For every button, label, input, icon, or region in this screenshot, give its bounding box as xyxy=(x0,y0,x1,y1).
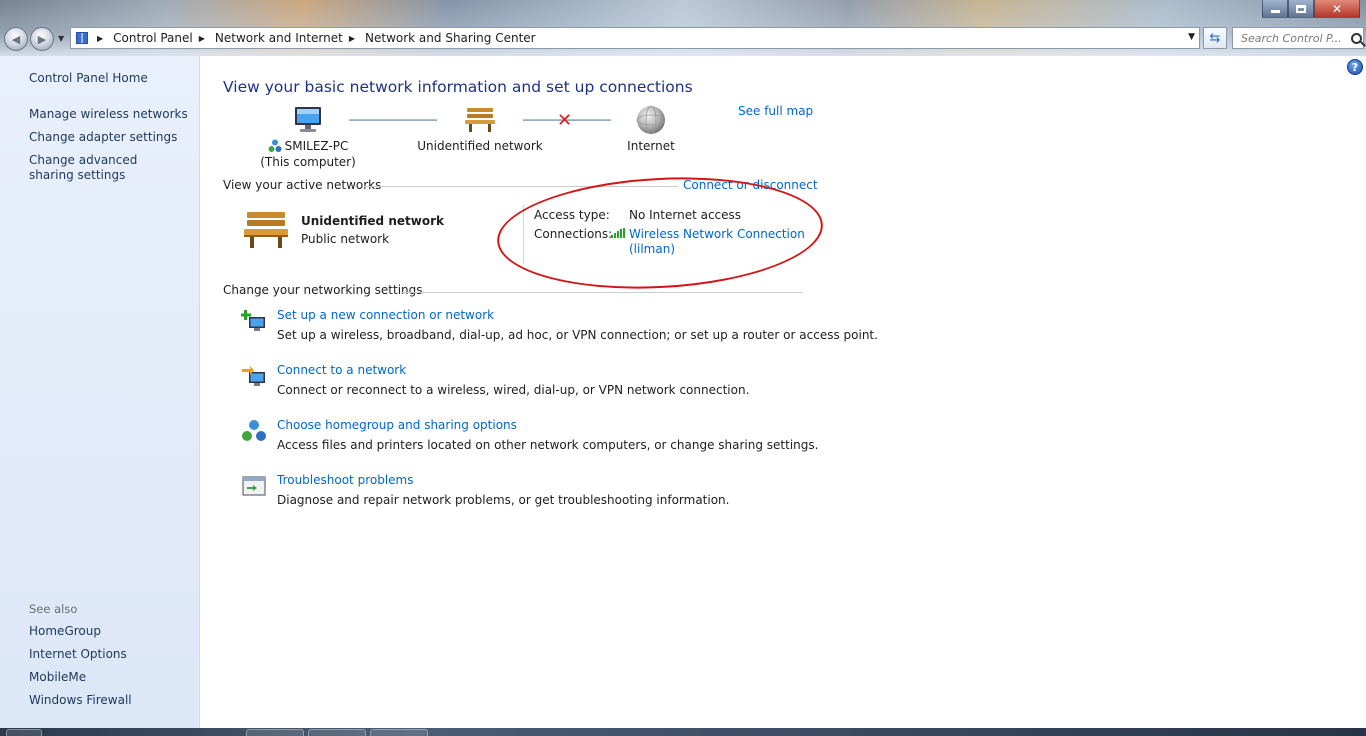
see-full-map-link[interactable]: See full map xyxy=(738,104,813,118)
breadcrumb-chevron-icon[interactable]: ▶ xyxy=(343,34,365,43)
homegroup-icon xyxy=(242,420,266,441)
connect-to-network-link[interactable]: Connect to a network xyxy=(277,363,406,377)
back-button[interactable]: ◀ xyxy=(4,27,28,51)
homegroup-sharing-desc: Access files and printers located on oth… xyxy=(277,438,819,452)
forward-arrow-icon: ▶ xyxy=(37,32,47,46)
refresh-icon: ⇆ xyxy=(1209,30,1221,46)
sidebar-control-panel-home[interactable]: Control Panel Home xyxy=(29,71,148,86)
connect-or-disconnect-link[interactable]: Connect or disconnect xyxy=(683,178,818,192)
search-icon[interactable] xyxy=(1351,32,1362,44)
map-network-name: Unidentified network xyxy=(417,139,543,153)
sidebar-item-manage-wireless-networks[interactable]: Manage wireless networks xyxy=(29,107,188,122)
active-network-divider xyxy=(523,204,524,264)
active-networks-divider xyxy=(364,186,678,187)
taskbar-button[interactable] xyxy=(308,729,366,736)
window-controls: ✕ xyxy=(1262,0,1360,18)
setup-connection-desc: Set up a wireless, broadband, dial-up, a… xyxy=(277,328,878,342)
homegroup-sharing-link[interactable]: Choose homegroup and sharing options xyxy=(277,418,517,432)
bench-network-icon xyxy=(244,212,288,248)
wifi-signal-icon xyxy=(611,228,625,238)
troubleshoot-desc: Diagnose and repair network problems, or… xyxy=(277,493,730,507)
minimize-icon xyxy=(1270,10,1280,13)
minimize-button[interactable] xyxy=(1262,0,1288,18)
page-title: View your basic network information and … xyxy=(223,78,693,96)
troubleshoot-link[interactable]: Troubleshoot problems xyxy=(277,473,413,487)
map-node-internet[interactable]: Internet xyxy=(611,104,691,154)
control-panel-icon xyxy=(71,28,93,48)
homegroup-icon xyxy=(268,139,282,152)
wireless-connection-link[interactable]: Wireless Network Connection (lilman) xyxy=(629,227,805,257)
access-type-value: No Internet access xyxy=(629,208,742,222)
change-settings-heading: Change your networking settings xyxy=(223,283,423,297)
close-icon: ✕ xyxy=(1331,1,1343,16)
see-also-homegroup[interactable]: HomeGroup xyxy=(29,624,101,639)
breadcrumb-network-and-internet[interactable]: Network and Internet xyxy=(215,31,343,45)
help-icon[interactable]: ? xyxy=(1347,59,1363,75)
active-networks-heading: View your active networks xyxy=(223,178,382,192)
forward-button[interactable]: ▶ xyxy=(30,27,54,51)
taskbar xyxy=(0,728,1366,736)
map-internet-label: Internet xyxy=(627,139,675,153)
breadcrumb-chevron-icon[interactable]: ▶ xyxy=(93,34,113,43)
sidebar: Control Panel Home Manage wireless netwo… xyxy=(0,56,200,728)
access-type-label: Access type: xyxy=(534,208,610,222)
taskbar-button[interactable] xyxy=(370,729,428,736)
main-content: ? View your basic network information an… xyxy=(201,56,1366,728)
sidebar-item-change-advanced-sharing-settings[interactable]: Change advanced sharing settings xyxy=(29,153,179,183)
restore-button[interactable] xyxy=(1288,0,1314,18)
connect-network-icon xyxy=(242,366,265,386)
disconnected-x-icon: ✕ xyxy=(557,110,573,131)
search-input[interactable] xyxy=(1241,31,1349,45)
recent-pages-dropdown[interactable]: ▼ xyxy=(58,34,64,43)
sidebar-item-change-adapter-settings[interactable]: Change adapter settings xyxy=(29,130,177,145)
breadcrumb-network-and-sharing-center[interactable]: Network and Sharing Center xyxy=(365,31,536,45)
computer-sub-label: (This computer) xyxy=(260,155,356,169)
see-also-internet-options[interactable]: Internet Options xyxy=(29,647,127,662)
change-settings-divider xyxy=(401,292,803,293)
search-box[interactable] xyxy=(1232,27,1364,49)
start-button[interactable] xyxy=(6,729,42,736)
breadcrumb-chevron-icon[interactable]: ▶ xyxy=(193,34,215,43)
back-arrow-icon: ◀ xyxy=(11,32,21,46)
new-connection-icon xyxy=(241,310,265,331)
computer-icon xyxy=(295,107,321,132)
active-network-name: Unidentified network xyxy=(301,214,444,228)
setup-connection-link[interactable]: Set up a new connection or network xyxy=(277,308,494,322)
address-dropdown-icon[interactable]: ▼ xyxy=(1188,32,1195,42)
see-also-mobileme[interactable]: MobileMe xyxy=(29,670,86,685)
restore-icon xyxy=(1296,4,1306,13)
see-also-heading: See also xyxy=(29,602,78,616)
address-bar[interactable]: ▶ Control Panel ▶ Network and Internet ▶… xyxy=(70,27,1200,49)
taskbar-button[interactable] xyxy=(246,729,304,736)
globe-icon xyxy=(636,105,666,135)
refresh-button[interactable]: ⇆ xyxy=(1203,27,1227,49)
see-also-windows-firewall[interactable]: Windows Firewall xyxy=(29,693,132,708)
computer-name: SMILEZ-PC xyxy=(284,139,349,153)
navigation-bar: ◀ ▶ ▼ ▶ Control Panel ▶ Network and Inte… xyxy=(0,26,1366,51)
connections-label: Connections: xyxy=(534,227,613,241)
close-button[interactable]: ✕ xyxy=(1314,0,1360,18)
map-node-computer[interactable]: SMILEZ-PC (This computer) xyxy=(253,104,363,170)
breadcrumb-control-panel[interactable]: Control Panel xyxy=(113,31,193,45)
troubleshoot-icon xyxy=(242,476,266,496)
network-category-link[interactable]: Public network xyxy=(301,232,389,246)
bench-icon xyxy=(465,108,495,132)
map-node-network[interactable]: Unidentified network xyxy=(413,104,547,154)
connect-to-network-desc: Connect or reconnect to a wireless, wire… xyxy=(277,383,750,397)
